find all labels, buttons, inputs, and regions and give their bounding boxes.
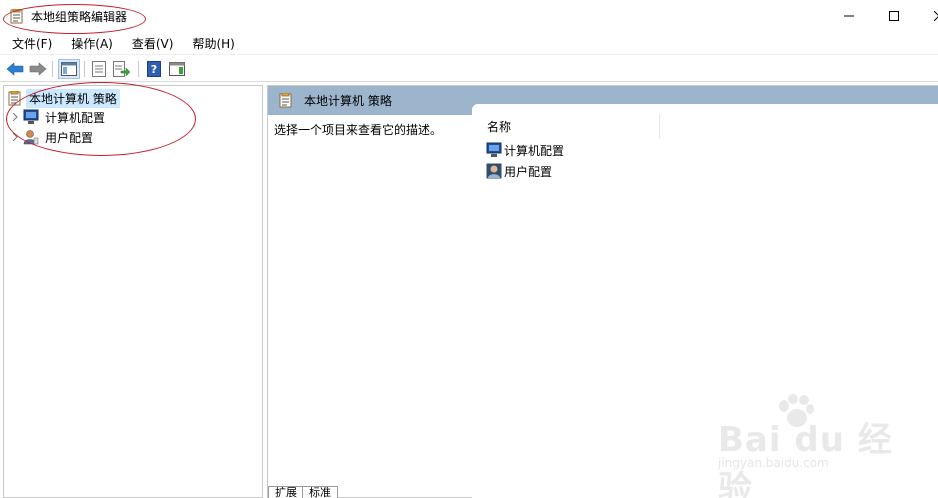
user-icon [23,129,39,145]
tree-root-label: 本地计算机 策略 [26,88,120,108]
minimize-icon [844,15,854,17]
tree-item-computer-configuration[interactable]: 计算机配置 [9,108,108,126]
column-header-name[interactable]: 名称 [487,118,511,135]
column-divider[interactable] [659,114,660,138]
properties-icon [92,61,106,77]
computer-icon [486,142,502,158]
tree-item-label: 用户配置 [45,130,94,145]
help-icon: ? [147,61,161,77]
chevron-right-icon[interactable] [9,131,21,143]
maximize-icon [889,11,899,21]
menu-view[interactable]: 查看(V) [125,34,181,54]
policy-document-icon [278,93,294,109]
tab-extended[interactable]: 扩展 [268,486,304,498]
list-item-user-configuration[interactable]: 用户配置 [486,162,552,180]
svg-text:?: ? [151,63,157,76]
baidu-watermark: Bai du 经验 jingyan.baidu.com [718,394,918,498]
action-pane-icon [169,62,185,76]
forward-button[interactable] [27,59,49,79]
console-tree-pane: 本地计算机 策略 计算机配置 用户配置 [3,85,263,498]
chevron-right-icon[interactable] [9,111,21,123]
help-button[interactable]: ? [143,59,165,79]
tree-item-user-configuration[interactable]: 用户配置 [9,128,96,146]
menu-help[interactable]: 帮助(H) [185,34,241,54]
policy-document-icon [7,90,23,106]
policy-document-icon [10,9,23,24]
computer-icon [23,109,39,125]
maximize-button[interactable] [871,0,917,32]
properties-button[interactable] [88,59,110,79]
user-icon [486,163,502,179]
minimize-button[interactable] [826,0,872,32]
console-tree-icon [61,62,77,76]
export-icon [113,61,131,77]
toolbar-separator [84,61,85,77]
watermark-brand: Bai du 经验 [718,420,893,498]
list-item-label: 计算机配置 [504,143,565,158]
back-arrow-icon [6,62,24,76]
export-list-button[interactable] [111,59,133,79]
menu-action[interactable]: 操作(A) [64,34,120,54]
list-item-label: 用户配置 [504,164,553,179]
details-title: 本地计算机 策略 [304,94,392,108]
watermark-url: jingyan.baidu.com [718,456,829,470]
description-text: 选择一个项目来查看它的描述。 [274,123,443,137]
show-hide-tree-button[interactable] [58,59,80,79]
show-action-pane-button[interactable] [166,59,188,79]
tree-item-local-computer-policy[interactable]: 本地计算机 策略 [7,88,120,108]
close-icon [934,11,938,21]
menu-bar: 文件(F) 操作(A) 查看(V) 帮助(H) [0,33,938,55]
title-bar: 本地组策略编辑器 [0,0,938,32]
toolbar-separator [138,61,139,77]
view-tabs: 扩展 标准 [268,486,338,498]
toolbar-separator [52,61,53,77]
back-button[interactable] [4,59,26,79]
tree-item-label: 计算机配置 [45,110,106,125]
toolbar: ? [0,56,938,82]
tab-standard[interactable]: 标准 [302,486,338,498]
menu-file[interactable]: 文件(F) [5,34,59,54]
close-button[interactable] [916,0,938,32]
list-item-computer-configuration[interactable]: 计算机配置 [486,141,564,159]
forward-arrow-icon [29,62,47,76]
window-title: 本地组策略编辑器 [31,10,128,24]
